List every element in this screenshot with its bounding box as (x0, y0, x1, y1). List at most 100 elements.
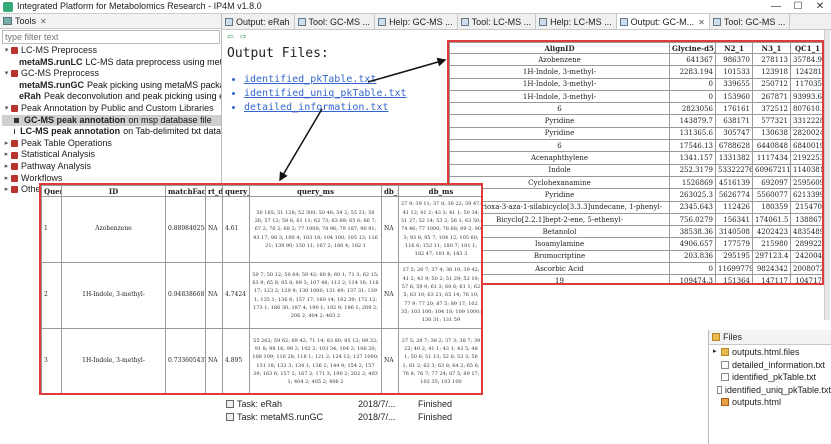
table-row: 21H-Indole, 3-methyl-0.9483866811NA4.742… (41, 262, 481, 329)
file-item[interactable]: identified_pkTable.txt (713, 371, 831, 384)
tool-category[interactable]: ▸ Statistical Analysis (2, 149, 221, 161)
table-cell: 50 7; 50 12; 50 64; 59 42; 60 8; 60 1; 7… (249, 262, 382, 329)
table-cell: 2 (41, 262, 62, 329)
task-row-metams-rungc[interactable]: Task: metaMS.runGC 2018/7/... Finished (226, 411, 452, 423)
output-link-identified-uniq-pktable[interactable]: identified_uniq_pkTable.txt (244, 88, 407, 99)
expand-toggle-icon[interactable]: ▸ (2, 173, 11, 185)
column-header: db_ms (398, 185, 481, 197)
tool-category-label: Pathway Analysis (21, 160, 92, 171)
collapse-toggle-icon[interactable]: ▾ (2, 103, 11, 115)
table-row: Pyridine 143879.7 638171 577321 3312228 (449, 114, 822, 128)
table-cell: 130638 (752, 126, 791, 141)
table-cell: 6788628 (715, 139, 753, 153)
table-row: 1Azobenzene0.8898402589NA4.6150 165; 51 … (41, 196, 481, 263)
expand-toggle-icon[interactable]: ▸ (2, 138, 11, 150)
expand-toggle-icon[interactable]: ▸ (2, 149, 11, 161)
maximize-button[interactable]: ☐ (787, 0, 809, 14)
tool-item[interactable]: metaMS.runLC LC-MS data preprocess using … (2, 57, 221, 69)
collapse-toggle-icon[interactable]: ▾ (2, 68, 11, 80)
output-link-identified-pktable[interactable]: identified_pkTable.txt (244, 74, 407, 85)
minimize-button[interactable]: — (765, 0, 787, 14)
viewer-scrollbar[interactable] (824, 30, 830, 320)
tool-item[interactable]: GC-MS peak annotation on msp database fil… (2, 114, 221, 127)
tool-category[interactable]: ▾ LC-MS Preprocess (2, 45, 221, 57)
tab[interactable]: Output: GC-M... ✕ (616, 14, 710, 30)
tool-category[interactable]: ▸ Peak Table Operations (2, 138, 221, 150)
table-cell: 17546.13 (669, 139, 716, 153)
column-header: Query (41, 185, 62, 197)
tab[interactable]: Help: GC-MS ... (375, 14, 458, 29)
file-item[interactable]: identified_uniq_pkTable.txt (713, 384, 831, 397)
table-cell: 35784.91 (790, 52, 822, 67)
tools-tree: ▾ LC-MS Preprocess metaMS.runLC LC-MS data … (0, 45, 221, 196)
table-cell: 138867 (790, 212, 822, 227)
collapse-toggle-icon[interactable]: ▾ (2, 45, 11, 57)
table-cell: 641367 (669, 52, 716, 67)
expand-toggle-icon[interactable]: ▸ (2, 184, 11, 196)
tool-description: on msp database file (128, 114, 212, 125)
tool-category[interactable]: ▾ Peak Annotation by Public and Custom Li… (2, 103, 221, 115)
navigation-arrows[interactable]: ⇦ ⇨ (227, 32, 249, 41)
table-cell: 1341.157 (669, 151, 716, 165)
table-row: Isoamylamine 4906.657 177579 215980 289922 (449, 237, 822, 251)
tool-name: metaMS.runGC (19, 79, 85, 90)
table-cell: 50 165; 51 128; 52 300; 50 46; 54 2; 55 … (249, 196, 382, 263)
table-cell: Pyridine (449, 114, 670, 128)
tab[interactable]: Tool: GC-MS ... (710, 14, 791, 29)
tab[interactable]: Output: eRah (222, 14, 295, 29)
column-header: N3_1 (752, 42, 791, 54)
tab[interactable]: Tool: GC-MS ... (295, 14, 376, 29)
file-item[interactable]: outputs.html (713, 396, 831, 409)
table-cell: 1331382 (715, 151, 753, 165)
tool-category[interactable]: ▸ Pathway Analysis (2, 161, 221, 173)
tools-icon (3, 17, 12, 25)
expand-toggle-icon[interactable]: ▸ (713, 346, 721, 359)
output-link-detailed-information[interactable]: detailed_information.txt (244, 102, 407, 113)
file-list: ▸ outputs.html.files detailed_information.… (709, 345, 831, 409)
category-icon (11, 70, 18, 78)
table-cell: 2283.194 (669, 65, 716, 79)
table-cell: 176161 (715, 102, 753, 116)
table-cell: 289922 (790, 237, 822, 251)
html-file-icon (721, 398, 729, 407)
table-cell: 5560077 (752, 188, 791, 202)
tool-item[interactable]: eRah Peak deconvolution and peak picking … (2, 91, 221, 103)
tab-icon (712, 18, 721, 26)
expand-toggle-icon[interactable]: ▸ (2, 161, 11, 173)
tab[interactable]: Tool: LC-MS ... (458, 14, 537, 29)
table-cell: 4906.657 (669, 237, 716, 251)
tools-panel: Tools ✕ ▾LC-MS PreprocessmetaMS.runLCLC-… (0, 14, 222, 200)
task-row-erah[interactable]: Task: eRah 2018/7/... Finished (226, 398, 452, 410)
close-tab-icon[interactable]: ✕ (698, 15, 705, 30)
tab[interactable]: Help: LC-MS ... (536, 14, 617, 29)
table-cell: 305747 (715, 126, 753, 141)
tool-description: on Tab-delimited txt data (123, 126, 221, 137)
table-cell: 278113 (752, 52, 791, 67)
table-row: Ascorbic Acid011699779982434220080720 (449, 262, 822, 276)
file-item[interactable]: detailed_information.txt (713, 359, 831, 372)
task-icon (226, 400, 234, 408)
tool-filter-input[interactable] (2, 30, 220, 44)
tool-category[interactable]: ▾ GC-MS Preprocess (2, 68, 221, 80)
file-item[interactable]: ▸ outputs.html.files (713, 346, 831, 359)
tool-item[interactable]: LC-MS peak annotation on Tab-delimited tx… (2, 126, 221, 138)
tool-bullet-icon (14, 129, 16, 135)
category-icon (11, 163, 18, 171)
folder-icon (712, 333, 720, 341)
table-cell: Acenaphthylene (449, 151, 670, 165)
table-cell: 1117434 (752, 151, 791, 165)
tab-icon (297, 18, 306, 26)
close-icon[interactable]: ✕ (40, 17, 47, 26)
tool-item[interactable]: metaMS.runGC Peak picking using metaMS pa… (2, 80, 221, 92)
table-cell: 123918 (752, 65, 791, 79)
task-label: Task: metaMS.runGC (237, 412, 324, 422)
tab-label: Tool: GC-MS ... (723, 16, 786, 27)
column-header: query_rt (222, 185, 250, 197)
close-button[interactable]: ✕ (809, 0, 831, 14)
table-cell: 6840019 (790, 139, 822, 153)
table-cell: NA (205, 196, 223, 263)
tab-label: Output: GC-M... (630, 16, 695, 27)
table-cell: 756.0279 (669, 212, 716, 227)
table-cell: 3 (41, 328, 62, 393)
text-file-icon (716, 385, 722, 394)
